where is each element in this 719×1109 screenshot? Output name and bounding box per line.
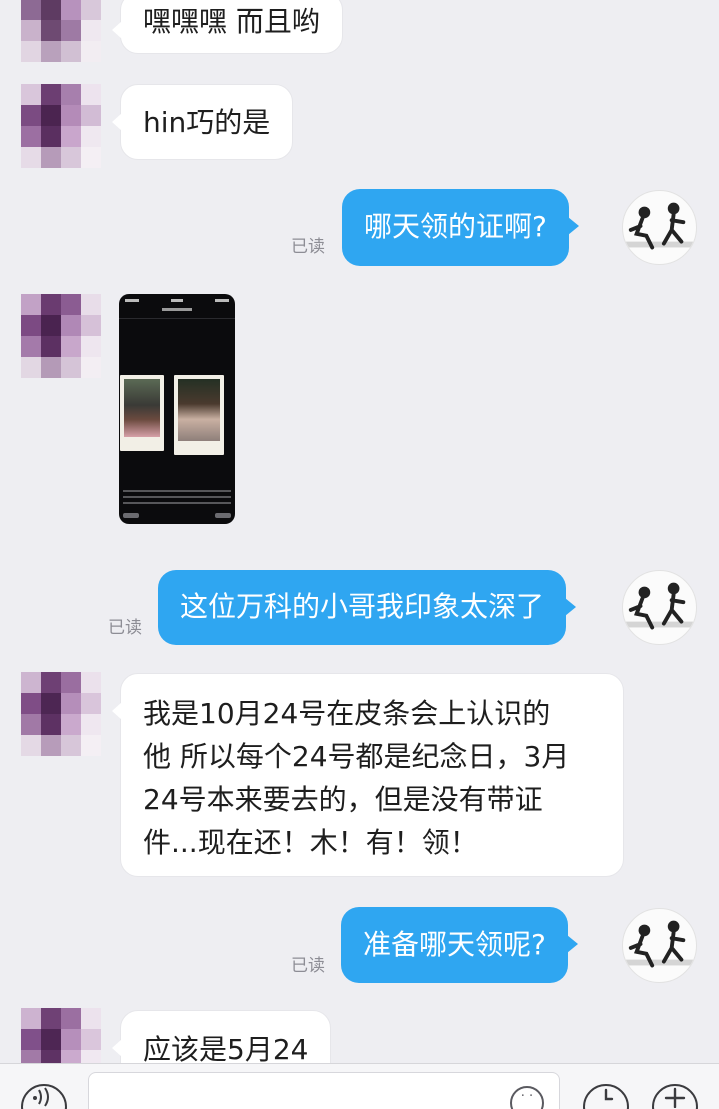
message-text: hin巧的是 [143,106,271,139]
chat-input-bar: · · [0,1063,719,1109]
message-line: 他 所以每个24号都是纪念日，3月 [143,740,570,773]
contact-avatar[interactable] [21,294,101,378]
message-text: 哪天领的证啊? [364,210,547,243]
clock-icon[interactable] [583,1084,629,1109]
photo-polaroid-right [174,375,224,455]
sent-message-bubble[interactable]: 这位万科的小哥我印象太深了 [158,570,577,645]
my-avatar[interactable] [622,190,697,265]
read-status: 已读 [291,237,325,257]
message-line: 24号本来要去的，但是没有带证 [143,783,543,816]
message-text: 这位万科的小哥我印象太深了 [180,590,545,623]
message-line: 件...现在还！木！有！领！ [143,826,478,859]
message-line: 我是10月24号在皮条会上认识的 [143,697,551,730]
message-text: 准备哪天领呢? [363,928,546,961]
plus-icon[interactable] [652,1084,698,1109]
sent-message-bubble[interactable]: 哪天领的证啊? [342,189,579,266]
sent-message-bubble[interactable]: 准备哪天领呢? [341,907,578,983]
photo-polaroid-left [120,375,164,451]
screenshot-footer [123,513,231,519]
screenshot-caption [123,490,231,504]
contact-avatar[interactable] [21,672,101,756]
screenshot-divider [119,318,235,319]
received-message-bubble[interactable]: hin巧的是 [111,84,294,160]
screenshot-status-bar [119,294,235,306]
my-avatar[interactable] [622,570,697,645]
my-avatar[interactable] [622,908,697,983]
received-message-bubble[interactable]: 我是10月24号在皮条会上认识的 他 所以每个24号都是纪念日，3月 24号本来… [112,673,624,877]
read-status: 已读 [291,956,325,976]
message-text: 嘿嘿嘿 而且哟 [143,5,320,38]
contact-avatar[interactable] [21,0,101,62]
contact-avatar[interactable] [21,84,101,168]
message-text: 应该是5月24 [143,1033,309,1066]
message-input[interactable] [101,1079,521,1109]
received-message-bubble[interactable]: 嘿嘿嘿 而且哟 [112,0,343,54]
read-status: 已读 [108,618,142,638]
screenshot-title [119,308,235,311]
message-input-box[interactable] [88,1072,560,1109]
voice-wave-icon[interactable] [21,1084,67,1109]
